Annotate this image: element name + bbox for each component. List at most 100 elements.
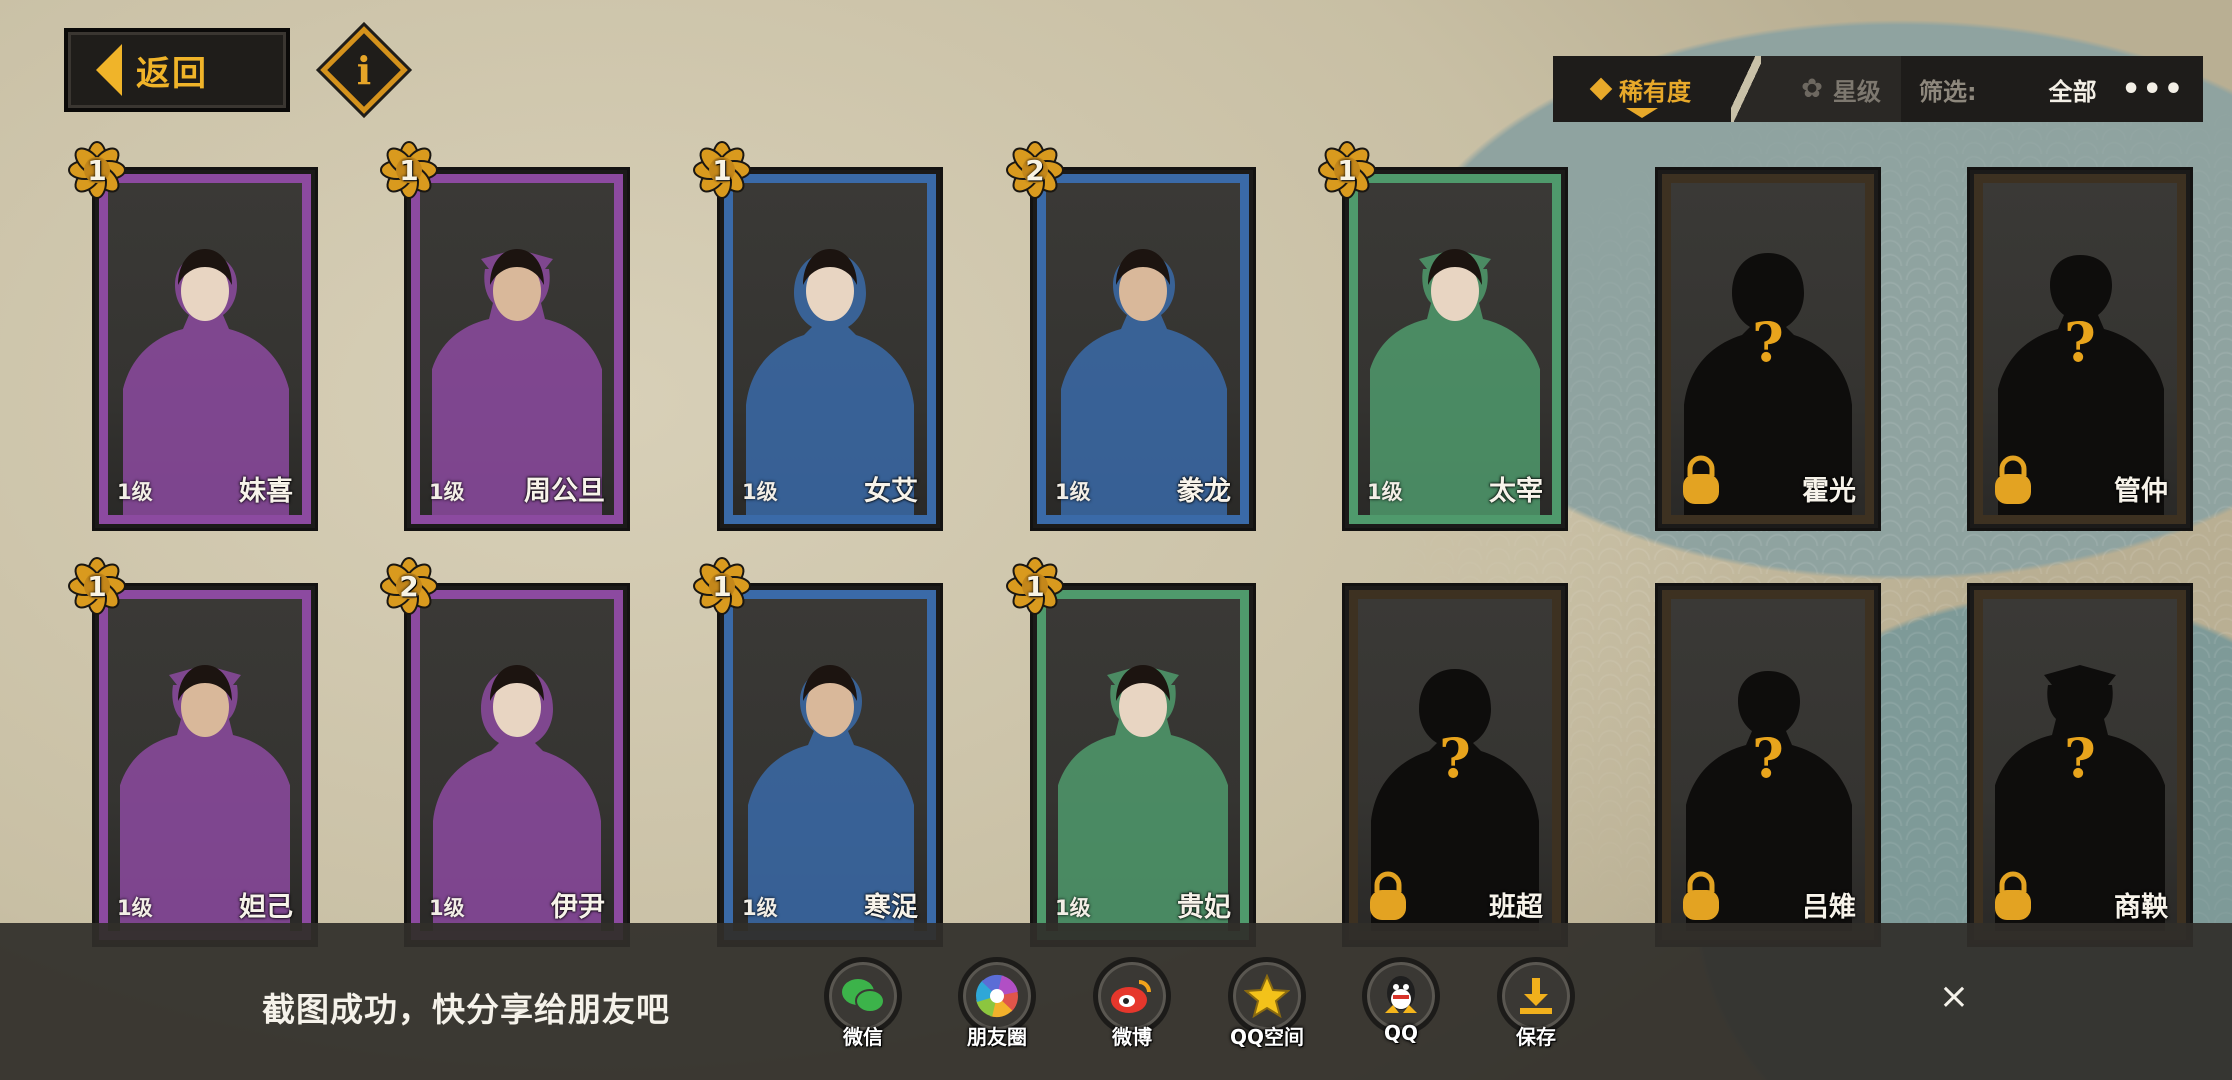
- share-moments-button[interactable]: 朋友圈: [955, 957, 1039, 1051]
- card-level: 1级: [1055, 896, 1091, 920]
- sort-star-tab[interactable]: ✿ 星级: [1761, 56, 1921, 122]
- share-label: 微博: [1112, 1025, 1152, 1049]
- star-count: 1: [712, 153, 732, 187]
- star-count: 2: [399, 569, 419, 603]
- sort-rarity-tab[interactable]: 稀有度: [1553, 56, 1731, 122]
- card-name: 吕雉: [1802, 892, 1856, 923]
- character-card[interactable]: 1级 1 妲己: [68, 557, 318, 947]
- star-count: 1: [87, 153, 107, 187]
- card-level: 1级: [1055, 480, 1091, 504]
- close-icon[interactable]: ×: [1935, 978, 1973, 1016]
- question-mark-icon: ?: [1752, 726, 1784, 790]
- back-chevron-icon: [96, 44, 122, 96]
- share-weibo-button[interactable]: 微博: [1090, 957, 1174, 1051]
- locked-character-card[interactable]: ? 吕雉: [1655, 583, 1881, 947]
- card-name: 豢龙: [1177, 476, 1231, 507]
- card-name: 伊尹: [551, 892, 605, 923]
- share-message: 截图成功，快分享给朋友吧: [262, 990, 670, 1029]
- filter-value: 全部: [2048, 77, 2097, 106]
- share-download-button[interactable]: 保存: [1494, 957, 1578, 1051]
- lock-icon: [1680, 870, 1722, 922]
- filter-dropdown[interactable]: 筛选: 全部 •••: [1901, 56, 2203, 122]
- star-badge: 1: [379, 140, 439, 200]
- card-level: 1级: [429, 480, 465, 504]
- character-portrait: [1358, 183, 1552, 515]
- star-count: 1: [1025, 569, 1045, 603]
- character-card[interactable]: 1级 2 豢龙: [1006, 141, 1256, 531]
- character-card[interactable]: 1级 1 妹喜: [68, 141, 318, 531]
- card-name: 妹喜: [239, 476, 293, 507]
- question-mark-icon: ?: [2064, 726, 2096, 790]
- share-label: 保存: [1516, 1025, 1556, 1049]
- character-portrait: [733, 183, 927, 515]
- star-badge: 2: [379, 556, 439, 616]
- character-portrait: [420, 599, 614, 931]
- character-portrait: [108, 599, 302, 931]
- card-name: 寒浞: [864, 892, 918, 923]
- card-level: 1级: [117, 896, 153, 920]
- card-name: 商鞅: [2114, 892, 2168, 923]
- star-flower-icon: ✿: [1801, 74, 1823, 104]
- character-card[interactable]: 1级 1 周公旦: [380, 141, 630, 531]
- sort-star-label: 星级: [1832, 77, 1881, 106]
- card-name: 班超: [1489, 892, 1543, 923]
- character-card[interactable]: 1级 1 太宰: [1318, 141, 1568, 531]
- star-badge: 1: [1005, 556, 1065, 616]
- back-label: 返回: [136, 53, 208, 94]
- share-label: QQ: [1383, 1021, 1419, 1045]
- card-name: 太宰: [1489, 476, 1543, 507]
- star-count: 2: [1025, 153, 1045, 187]
- diamond-icon: [1589, 77, 1613, 101]
- question-mark-icon: ?: [2064, 310, 2096, 374]
- lock-icon: [1367, 870, 1409, 922]
- character-portrait: [733, 599, 927, 931]
- star-badge: 2: [1005, 140, 1065, 200]
- question-mark-icon: ?: [1752, 310, 1784, 374]
- share-bar: 截图成功，快分享给朋友吧 微信 朋友圈 微博 QQ空间 QQ 保存: [0, 923, 2232, 1080]
- card-level: 1级: [742, 480, 778, 504]
- share-wechat-button[interactable]: 微信: [821, 957, 905, 1051]
- star-badge: 1: [1317, 140, 1377, 200]
- star-badge: 1: [692, 140, 752, 200]
- locked-character-card[interactable]: ? 霍光: [1655, 167, 1881, 531]
- character-portrait: [1046, 183, 1240, 515]
- star-count: 1: [712, 569, 732, 603]
- card-level: 1级: [117, 480, 153, 504]
- lock-icon: [1992, 454, 2034, 506]
- character-card[interactable]: 1级 2 伊尹: [380, 557, 630, 947]
- filter-label: 筛选:: [1919, 77, 1977, 106]
- share-qq-button[interactable]: QQ: [1359, 957, 1443, 1051]
- lock-icon: [1992, 870, 2034, 922]
- character-card[interactable]: 1级 1 寒浞: [693, 557, 943, 947]
- sort-rarity-label: 稀有度: [1619, 77, 1691, 106]
- locked-character-card[interactable]: ? 商鞅: [1967, 583, 2193, 947]
- star-badge: 1: [67, 556, 127, 616]
- question-mark-icon: ?: [1439, 726, 1471, 790]
- info-button[interactable]: i: [320, 26, 408, 114]
- star-count: 1: [1337, 153, 1357, 187]
- character-card[interactable]: 1级 1 女艾: [693, 141, 943, 531]
- character-portrait: [108, 183, 302, 515]
- card-name: 贵妃: [1177, 892, 1231, 923]
- character-card[interactable]: 1级 1 贵妃: [1006, 557, 1256, 947]
- back-button[interactable]: 返回: [64, 28, 290, 112]
- star-badge: 1: [67, 140, 127, 200]
- lock-icon: [1680, 454, 1722, 506]
- card-level: 1级: [742, 896, 778, 920]
- share-label: 微信: [843, 1025, 883, 1049]
- star-count: 1: [87, 569, 107, 603]
- card-name: 霍光: [1802, 476, 1856, 507]
- card-name: 妲己: [239, 892, 293, 923]
- star-badge: 1: [692, 556, 752, 616]
- card-level: 1级: [1367, 480, 1403, 504]
- sort-toggle: 稀有度 ✿ 星级: [1553, 56, 1921, 122]
- share-qzone-button[interactable]: QQ空间: [1225, 957, 1309, 1051]
- more-icon[interactable]: •••: [2121, 72, 2185, 107]
- card-name: 女艾: [864, 476, 918, 507]
- star-count: 1: [399, 153, 419, 187]
- card-name: 周公旦: [524, 476, 605, 507]
- character-portrait: [420, 183, 614, 515]
- locked-character-card[interactable]: ? 管仲: [1967, 167, 2193, 531]
- character-portrait: [1046, 599, 1240, 931]
- locked-character-card[interactable]: ? 班超: [1342, 583, 1568, 947]
